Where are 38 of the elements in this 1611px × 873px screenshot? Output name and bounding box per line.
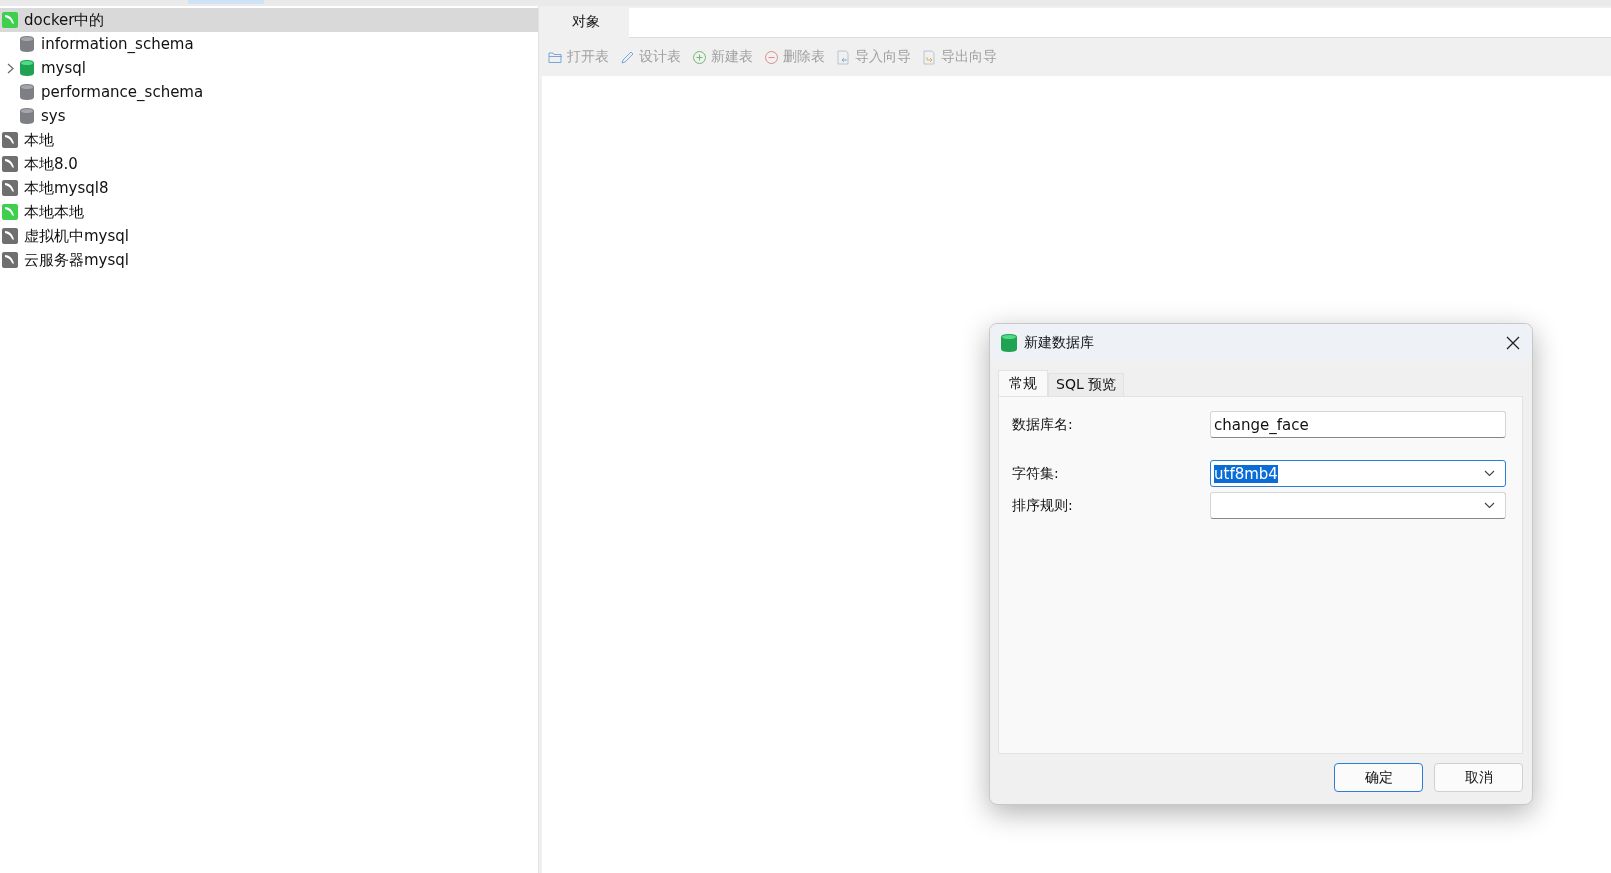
input-field[interactable]: change_face bbox=[1210, 411, 1506, 438]
connection-item[interactable]: 本地 bbox=[0, 128, 538, 152]
folder-icon bbox=[548, 49, 563, 65]
field-label: 字符集: bbox=[1012, 464, 1060, 483]
database-item[interactable]: performance_schema bbox=[0, 80, 538, 104]
plus-circle-icon bbox=[692, 49, 707, 65]
document-arrow-icon bbox=[922, 49, 937, 65]
connection-item[interactable]: 本地8.0 bbox=[0, 152, 538, 176]
database-icon bbox=[20, 108, 34, 124]
connection-item[interactable]: docker中的 bbox=[0, 8, 538, 32]
minus-circle-icon bbox=[764, 49, 779, 65]
database-icon bbox=[20, 60, 34, 76]
dropdown-field[interactable] bbox=[1210, 492, 1506, 519]
connection-item[interactable]: 虚拟机中mysql bbox=[0, 224, 538, 248]
database-icon bbox=[1001, 333, 1017, 352]
dialog-title: 新建数据库 bbox=[1024, 333, 1095, 352]
database-item[interactable]: sys bbox=[0, 104, 538, 128]
field-label: 数据库名: bbox=[1012, 415, 1074, 434]
cancel-button[interactable]: 取消 bbox=[1434, 763, 1523, 792]
close-icon[interactable] bbox=[1506, 335, 1520, 350]
field-label: 排序规则: bbox=[1012, 496, 1074, 515]
dialog-tab[interactable]: 常规 bbox=[998, 370, 1048, 396]
database-item[interactable]: mysql bbox=[0, 56, 538, 80]
document-arrow-icon bbox=[836, 49, 851, 65]
connection-item[interactable]: 本地mysql8 bbox=[0, 176, 538, 200]
caret-icon bbox=[1484, 502, 1495, 509]
database-item[interactable]: information_schema bbox=[0, 32, 538, 56]
chevron-icon[interactable] bbox=[6, 62, 14, 74]
dropdown-field[interactable]: utf8mb4 bbox=[1210, 460, 1506, 487]
connection-icon bbox=[2, 12, 18, 28]
connection-item[interactable]: 云服务器mysql bbox=[0, 248, 538, 272]
dialog-tab[interactable]: SQL 预览 bbox=[1048, 373, 1125, 396]
connection-item[interactable]: 本地本地 bbox=[0, 200, 538, 224]
database-icon bbox=[20, 36, 34, 52]
caret-icon bbox=[1484, 470, 1495, 477]
ok-button[interactable]: 确定 bbox=[1334, 763, 1423, 792]
pencil-icon bbox=[620, 49, 635, 65]
database-icon bbox=[20, 84, 34, 100]
